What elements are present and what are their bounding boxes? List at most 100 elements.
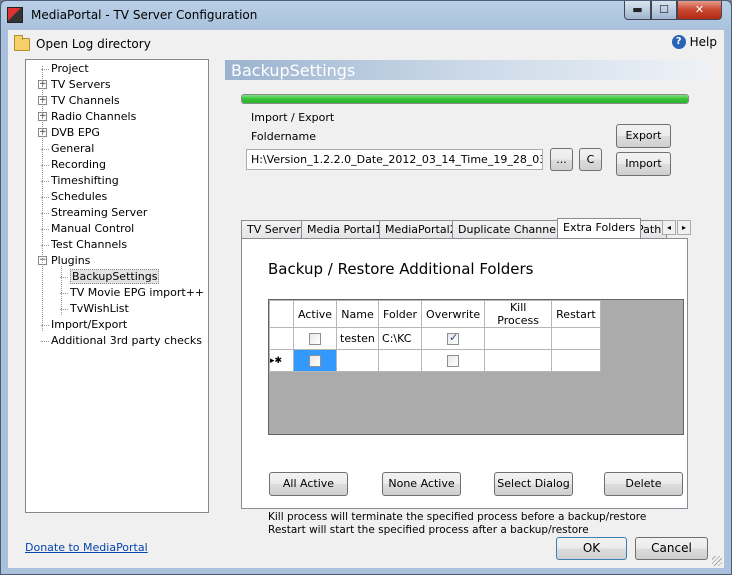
tree-item-recording[interactable]: Recording <box>41 157 107 173</box>
browse-folder-button[interactable]: ... <box>550 148 573 171</box>
tree-item-additional-3rd-party-checks[interactable]: Additional 3rd party checks <box>41 333 202 349</box>
tab-scroll-left-button[interactable]: ◂ <box>662 220 676 235</box>
section-title: BackupSettings <box>231 61 356 80</box>
select-dialog-button[interactable]: Select Dialog <box>494 472 573 496</box>
overwrite-checkbox[interactable] <box>447 355 460 367</box>
import-button[interactable]: Import <box>616 152 671 176</box>
column-header-kill-process[interactable]: Kill Process <box>484 300 553 328</box>
overwrite-cell[interactable] <box>421 349 486 372</box>
tree-item-backupsettings[interactable]: BackupSettings <box>60 269 160 285</box>
active-cell[interactable] <box>292 349 338 372</box>
tree-item-tvwishlist[interactable]: TvWishList <box>60 301 129 317</box>
tree-item-label: Import/Export <box>51 318 128 331</box>
tree-item-radio-channels[interactable]: + Radio Channels <box>38 109 136 125</box>
clear-folder-button[interactable]: C <box>579 148 602 171</box>
tab-mediaportal2[interactable]: MediaPortal2 <box>379 220 463 238</box>
donate-link[interactable]: Donate to MediaPortal <box>25 541 148 554</box>
tree-item-import-export[interactable]: Import/Export <box>41 317 128 333</box>
app-window: MediaPortal - TV Server Configuration ▬ … <box>0 0 732 575</box>
tree-item-label: Recording <box>51 158 107 171</box>
title-bar[interactable]: MediaPortal - TV Server Configuration ▬ … <box>1 1 731 30</box>
help-button[interactable]: ? Help <box>671 35 717 49</box>
tab-media-portal1[interactable]: Media Portal1 <box>301 220 389 238</box>
tree-item-label: TV Movie EPG import++ <box>70 286 205 299</box>
minimize-button[interactable]: ▬ <box>624 1 651 20</box>
tree-guide-line <box>61 266 62 315</box>
tree-item-label: DVB EPG <box>51 126 100 139</box>
tree-item-general[interactable]: General <box>41 141 94 157</box>
row-header[interactable]: ▸✱ <box>269 349 294 372</box>
tree-item-label: Schedules <box>51 190 108 203</box>
tab-scroll-right-button[interactable]: ▸ <box>677 220 691 235</box>
row-header[interactable] <box>269 327 294 350</box>
foldername-input[interactable]: H:\Version_1.2.2.0_Date_2012_03_14_Time_… <box>246 149 543 170</box>
overwrite-cell[interactable] <box>421 327 486 350</box>
tree-item-test-channels[interactable]: Test Channels <box>41 237 127 253</box>
none-active-button[interactable]: None Active <box>382 472 461 496</box>
tree-item-label: Timeshifting <box>51 174 119 187</box>
foldername-label: Foldername <box>251 130 316 143</box>
tree-item-tv-servers[interactable]: + TV Servers <box>38 77 111 93</box>
resize-grip[interactable] <box>712 556 722 566</box>
export-button[interactable]: Export <box>616 124 671 148</box>
folder-cell[interactable]: C:\KC <box>378 327 423 350</box>
column-header-folder[interactable]: Folder <box>378 300 423 328</box>
tree-item-streaming-server[interactable]: Streaming Server <box>41 205 148 221</box>
mediaportal-app-icon <box>7 7 23 23</box>
tab-strip: TV Server Media Portal1 MediaPortal2 Duplic… <box>241 218 693 238</box>
close-button[interactable]: ✕ <box>677 1 722 20</box>
tree-item-tv-channels[interactable]: + TV Channels <box>38 93 120 109</box>
help-icon: ? <box>671 35 686 49</box>
tree-item-plugins[interactable]: − Plugins <box>38 253 91 269</box>
tree-item-schedules[interactable]: Schedules <box>41 189 108 205</box>
active-checkbox[interactable] <box>309 333 322 345</box>
tree-guide-line <box>42 66 43 331</box>
name-cell[interactable] <box>336 349 380 372</box>
all-active-button[interactable]: All Active <box>269 472 348 496</box>
progress-fill <box>242 95 688 103</box>
column-header-active[interactable]: Active <box>292 300 338 328</box>
tab-extra-folders[interactable]: Extra Folders <box>557 218 642 238</box>
kill-process-cell[interactable] <box>484 327 553 350</box>
tree-item-manual-control[interactable]: Manual Control <box>41 221 135 237</box>
table-row[interactable]: testen C:\KC <box>269 327 601 350</box>
column-header-overwrite[interactable]: Overwrite <box>421 300 486 328</box>
tab-duplicate-channels[interactable]: Duplicate Channels <box>452 220 571 238</box>
folder-cell[interactable] <box>378 349 423 372</box>
kill-process-cell[interactable] <box>484 349 553 372</box>
settings-tree[interactable]: Project + TV Servers + TV Channels + Radio Cha… <box>25 59 209 513</box>
tree-item-project[interactable]: Project <box>41 61 89 77</box>
open-log-directory-button[interactable]: Open Log directory <box>14 34 151 53</box>
progress-bar <box>241 94 689 104</box>
active-checkbox[interactable] <box>309 355 322 367</box>
table-row[interactable]: ▸✱ <box>269 349 601 372</box>
tree-item-dvb-epg[interactable]: + DVB EPG <box>38 125 100 141</box>
overwrite-checkbox[interactable] <box>447 331 460 345</box>
tree-item-tv-movie-epg-import[interactable]: TV Movie EPG import++ <box>60 285 205 301</box>
tree-connector <box>41 341 49 342</box>
tree-item-label: Streaming Server <box>51 206 148 219</box>
delete-button[interactable]: Delete <box>604 472 683 496</box>
column-header-restart[interactable]: Restart <box>551 300 601 328</box>
tree-item-timeshifting[interactable]: Timeshifting <box>41 173 119 189</box>
column-header-name[interactable]: Name <box>336 300 380 328</box>
tree-item-label: TV Channels <box>51 94 120 107</box>
folders-grid[interactable]: Active Name Folder Overwrite Kill Process Res… <box>268 299 684 435</box>
client-area: Open Log directory ? Help Project + TV Ser… <box>8 30 724 568</box>
cancel-button[interactable]: Cancel <box>635 537 708 560</box>
panel-title: Backup / Restore Additional Folders <box>268 260 534 278</box>
tab-tv-server[interactable]: TV Server <box>241 220 307 238</box>
tree-item-label: TV Servers <box>51 78 111 91</box>
ok-button[interactable]: OK <box>556 537 627 560</box>
tree-item-label: BackupSettings <box>70 269 160 284</box>
restart-cell[interactable] <box>551 327 601 350</box>
open-log-label: Open Log directory <box>36 37 151 51</box>
tree-item-label: TvWishList <box>70 302 129 315</box>
active-cell[interactable] <box>292 327 338 350</box>
settings-panel: BackupSettings Import / Export Foldernam… <box>225 59 717 536</box>
tree-item-label: Plugins <box>51 254 91 267</box>
name-cell[interactable]: testen <box>336 327 380 350</box>
tree-item-label: Manual Control <box>51 222 135 235</box>
restart-cell[interactable] <box>551 349 601 372</box>
maximize-button[interactable]: ☐ <box>651 1 677 20</box>
